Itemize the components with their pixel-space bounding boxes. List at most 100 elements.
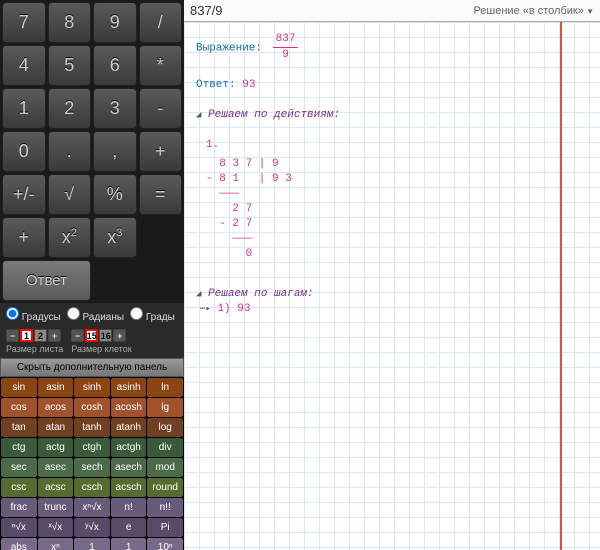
func-div[interactable]: div [147, 438, 183, 457]
cell-size-control: − 15 16 + Размер клеток [71, 329, 131, 354]
sheet-size-control: − 1 2 + Размер листа [6, 329, 63, 354]
key-x2[interactable]: x2 [48, 217, 92, 258]
func-sin[interactable]: sin [1, 378, 37, 397]
func-sinh[interactable]: sinh [74, 378, 110, 397]
func-1[interactable]: 1 [74, 538, 110, 550]
func-csc[interactable]: csc [1, 478, 37, 497]
sheet-plus[interactable]: + [48, 329, 61, 342]
func-x[interactable]: ʸ√x [74, 518, 110, 537]
cell-size-label: Размер клеток [71, 344, 131, 354]
func-xx[interactable]: xⁿ√x [74, 498, 110, 517]
func-tanh[interactable]: tanh [74, 418, 110, 437]
func-acosh[interactable]: acosh [111, 398, 147, 417]
key-backspace[interactable]: + [2, 217, 46, 258]
func-sech[interactable]: sech [74, 458, 110, 477]
func-x[interactable]: ˣ√x [38, 518, 74, 537]
function-keypad: sinasinsinhasinhlncosacoscoshacoshlgtana… [0, 377, 184, 550]
key-minus[interactable]: - [139, 88, 183, 129]
cell-minus[interactable]: − [71, 329, 84, 342]
key-dot[interactable]: . [48, 131, 92, 172]
key-4[interactable]: 4 [2, 45, 46, 86]
key-plus[interactable]: + [139, 131, 183, 172]
key-9[interactable]: 9 [93, 2, 137, 43]
func-Pi[interactable]: Pi [147, 518, 183, 537]
keypad: 7 8 9 / 4 5 6 * 1 2 3 - 0 . , + +/- √ % … [0, 0, 184, 303]
func-asec[interactable]: asec [38, 458, 74, 477]
mode-dropdown[interactable]: Решение «в столбик» [473, 5, 594, 17]
func-atanh[interactable]: atanh [111, 418, 147, 437]
sheet-minus[interactable]: − [6, 329, 19, 342]
key-comma[interactable]: , [93, 131, 137, 172]
func-1[interactable]: 1 [111, 538, 147, 550]
key-divide[interactable]: / [139, 2, 183, 43]
key-sqrt[interactable]: √ [48, 174, 92, 215]
step-number: 1. [206, 138, 588, 153]
func-ctg[interactable]: ctg [1, 438, 37, 457]
func-asech[interactable]: asech [111, 458, 147, 477]
collapse-icon[interactable]: ◢ [196, 289, 201, 299]
func-n[interactable]: n! [111, 498, 147, 517]
func-cosh[interactable]: cosh [74, 398, 110, 417]
cell-plus[interactable]: + [113, 329, 126, 342]
key-7[interactable]: 7 [2, 2, 46, 43]
expression-fraction: 837 9 [273, 32, 299, 63]
func-actgh[interactable]: actgh [111, 438, 147, 457]
cell-value2: 16 [99, 329, 112, 342]
func-acos[interactable]: acos [38, 398, 74, 417]
answer-label: Ответ: [196, 79, 236, 91]
key-3[interactable]: 3 [93, 88, 137, 129]
func-asinh[interactable]: asinh [111, 378, 147, 397]
func-mod[interactable]: mod [147, 458, 183, 477]
key-6[interactable]: 6 [93, 45, 137, 86]
func-round[interactable]: round [147, 478, 183, 497]
key-answer[interactable]: Ответ [2, 260, 91, 301]
hide-panel-button[interactable]: Скрыть дополнительную панель [0, 358, 184, 377]
cell-value: 15 [85, 329, 98, 342]
collapse-icon[interactable]: ◢ [196, 110, 201, 120]
func-acsch[interactable]: acsch [111, 478, 147, 497]
key-2[interactable]: 2 [48, 88, 92, 129]
long-division: 8 3 7 | 9 - 8 1 | 9 3 ——— 2 7 - 2 7 ——— … [206, 157, 588, 262]
func-lg[interactable]: lg [147, 398, 183, 417]
func-acsc[interactable]: acsc [38, 478, 74, 497]
func-atan[interactable]: atan [38, 418, 74, 437]
expression-label: Выражение: [196, 42, 262, 54]
key-equals[interactable]: = [139, 174, 183, 215]
func-x[interactable]: xⁿ [38, 538, 74, 550]
key-x3[interactable]: x3 [93, 217, 137, 258]
func-abs[interactable]: abs [1, 538, 37, 550]
key-0[interactable]: 0 [2, 131, 46, 172]
actions-label: Решаем по действиям: [208, 109, 340, 121]
top-bar: 837/9 Решение «в столбик» [184, 0, 600, 22]
func-e[interactable]: e [111, 518, 147, 537]
key-multiply[interactable]: * [139, 45, 183, 86]
func-cos[interactable]: cos [1, 398, 37, 417]
func-n[interactable]: n!! [147, 498, 183, 517]
key-5[interactable]: 5 [48, 45, 92, 86]
func-actg[interactable]: actg [38, 438, 74, 457]
sheet-size-label: Размер листа [6, 344, 63, 354]
key-percent[interactable]: % [93, 174, 137, 215]
angle-degrees[interactable]: Градусы [6, 307, 61, 323]
func-ctgh[interactable]: ctgh [74, 438, 110, 457]
key-plusminus[interactable]: +/- [2, 174, 46, 215]
func-tan[interactable]: tan [1, 418, 37, 437]
func-asin[interactable]: asin [38, 378, 74, 397]
func-x[interactable]: ⁿ√x [1, 518, 37, 537]
func-10[interactable]: 10ⁿ [147, 538, 183, 550]
func-sec[interactable]: sec [1, 458, 37, 477]
func-frac[interactable]: frac [1, 498, 37, 517]
expression-display: 837/9 [190, 3, 473, 18]
key-8[interactable]: 8 [48, 2, 92, 43]
angle-grads[interactable]: Грады [130, 307, 175, 323]
func-csch[interactable]: csch [74, 478, 110, 497]
key-1[interactable]: 1 [2, 88, 46, 129]
angle-radians[interactable]: Радианы [67, 307, 124, 323]
func-trunc[interactable]: trunc [38, 498, 74, 517]
func-log[interactable]: log [147, 418, 183, 437]
steps-label: Решаем по шагам: [208, 288, 314, 300]
func-ln[interactable]: ln [147, 378, 183, 397]
margin-line [560, 22, 562, 550]
step-result: 1) 93 [217, 303, 250, 315]
angle-mode-row: Градусы Радианы Грады [0, 303, 184, 327]
